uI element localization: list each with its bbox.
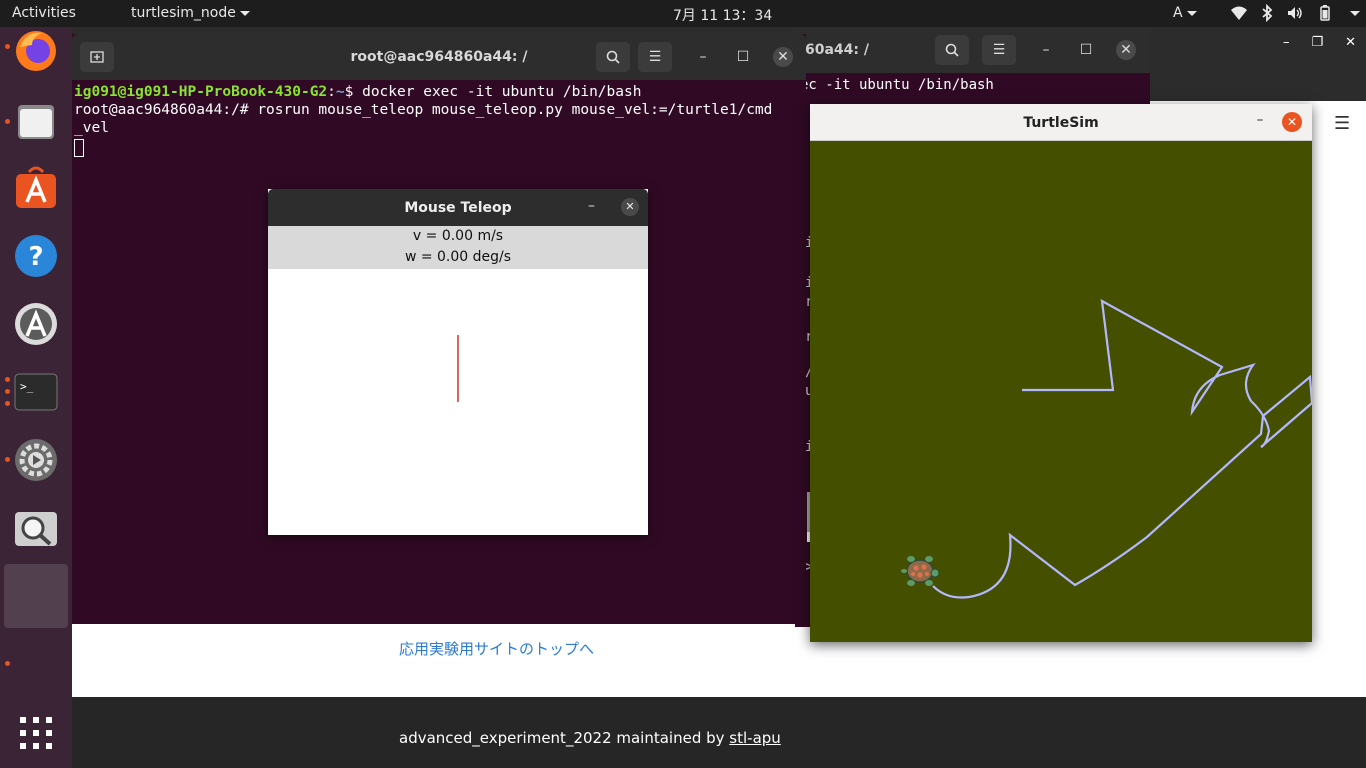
firefox-icon[interactable] (12, 27, 60, 75)
prompt-user-host: ig091@ig091-HP-ProBook-430-G2 (74, 84, 328, 100)
search-button[interactable] (596, 42, 630, 72)
page-footer: advanced_experiment_2022 maintained by s… (72, 697, 1366, 768)
software-updater-icon[interactable] (12, 300, 60, 348)
input-source-label: A (1173, 5, 1183, 21)
maximize-button[interactable]: ☐ (733, 47, 753, 67)
turtlesim-title: TurtleSim (1023, 115, 1099, 131)
footer-label: advanced_experiment_2022 maintained by (399, 729, 730, 747)
teleop-canvas[interactable] (268, 269, 648, 535)
maximize-button[interactable]: ❐ (1311, 35, 1323, 50)
close-button[interactable]: ✕ (1116, 40, 1136, 60)
dock: ? >_ (0, 27, 72, 768)
terminal-header: 60a44: / ☰ – ☐ ✕ (795, 27, 1150, 73)
chevron-down-icon (1350, 11, 1360, 16)
search-icon (606, 50, 620, 64)
terminal-line: root@aac964860a44:/# rosrun mouse_teleop… (74, 102, 773, 118)
turtle-icon (901, 556, 940, 586)
clock[interactable]: 7月 11 13：34 (673, 5, 772, 25)
close-button[interactable]: ✕ (1282, 112, 1302, 132)
software-center-icon[interactable] (12, 164, 60, 212)
command-text: $ docker exec -it ubuntu /bin/bash (344, 84, 642, 100)
show-apps-icon[interactable] (12, 709, 60, 757)
terminal-line: _vel (74, 120, 109, 136)
terminal-output: ec -it ubuntu /bin/bash (800, 77, 994, 93)
site-top-link[interactable]: 応用実験用サイトのトップへ (399, 638, 594, 659)
close-button[interactable]: ✕ (1345, 35, 1356, 50)
turtle-path (932, 298, 1312, 599)
linear-velocity: v = 0.00 m/s (412, 228, 504, 244)
chevron-down-icon (1186, 10, 1197, 16)
minimize-button[interactable]: – (693, 47, 713, 67)
prompt-path: ~ (335, 84, 345, 100)
search-button[interactable] (935, 35, 969, 65)
turtlesim-canvas (901, 298, 1312, 599)
close-button[interactable]: ✕ (773, 47, 793, 67)
bluetooth-icon (1262, 4, 1273, 22)
terminal-title: 60a44: / (805, 42, 869, 58)
activities-button[interactable]: Activities (12, 5, 76, 21)
running-indicator (5, 44, 10, 49)
image-viewer-icon[interactable] (12, 504, 60, 552)
volume-icon (1288, 7, 1302, 19)
footer-link[interactable]: stl-apu (729, 729, 781, 747)
terminal-line: ig091@ig091-HP-ProBook-430-G2:~$ docker … (74, 83, 802, 101)
maximize-button[interactable]: ☐ (1076, 40, 1096, 60)
teleop-header: Mouse Teleop – ✕ (268, 189, 648, 226)
running-indicator (5, 661, 10, 666)
terminal-output[interactable]: ig091@ig091-HP-ProBook-430-G2:~$ docker … (74, 83, 802, 157)
search-icon (945, 43, 959, 57)
minimize-button[interactable]: – (1036, 40, 1056, 60)
svg-text:>_: >_ (20, 380, 34, 393)
minimize-button[interactable]: – (1250, 112, 1270, 128)
input-source[interactable]: A (1173, 5, 1197, 21)
minimize-button[interactable]: – (1283, 35, 1290, 50)
close-button[interactable]: ✕ (621, 198, 639, 216)
active-window-icon[interactable] (4, 564, 68, 628)
menu-button[interactable]: ☰ (982, 35, 1016, 65)
app-menu-label: turtlesim_node (131, 5, 236, 21)
app-menu[interactable]: turtlesim_node (131, 5, 250, 21)
running-indicator (5, 389, 10, 394)
terminal-line (74, 137, 802, 157)
mouse-teleop-window[interactable]: Mouse Teleop – ✕ v = 0.00 m/s w = 0.00 d… (268, 189, 648, 535)
running-indicator (5, 119, 10, 124)
menu-icon[interactable]: ☰ (1334, 113, 1350, 134)
files-icon[interactable] (12, 97, 60, 145)
settings-icon[interactable] (12, 436, 60, 484)
top-bar: Activities turtlesim_node 7月 11 13：34 A (0, 0, 1366, 27)
menu-button[interactable]: ☰ (638, 42, 672, 72)
prompt-colon: : (327, 84, 336, 100)
terminal-header: root@aac964860a44: / ☰ – ☐ ✕ (72, 34, 806, 80)
text-cursor (74, 139, 84, 157)
svg-text:?: ? (28, 242, 43, 272)
system-tray[interactable] (1230, 4, 1360, 22)
help-icon[interactable]: ? (12, 232, 60, 280)
running-indicator (5, 457, 10, 462)
angular-velocity: w = 0.00 deg/s (404, 249, 512, 265)
minimize-button[interactable]: – (588, 198, 595, 214)
wifi-icon (1231, 6, 1247, 20)
window-controls: – ❐ ✕ (1283, 35, 1356, 50)
running-indicator (5, 377, 10, 382)
footer-text: advanced_experiment_2022 maintained by s… (399, 729, 781, 747)
battery-icon (1320, 5, 1330, 21)
terminal-icon[interactable]: >_ (12, 368, 60, 416)
turtlesim-window[interactable]: TurtleSim – ✕ (810, 104, 1312, 642)
running-indicator (5, 401, 10, 406)
turtlesim-header: TurtleSim – ✕ (810, 104, 1312, 141)
chevron-down-icon (239, 10, 250, 16)
velocity-readout: v = 0.00 m/s w = 0.00 deg/s (268, 226, 648, 269)
